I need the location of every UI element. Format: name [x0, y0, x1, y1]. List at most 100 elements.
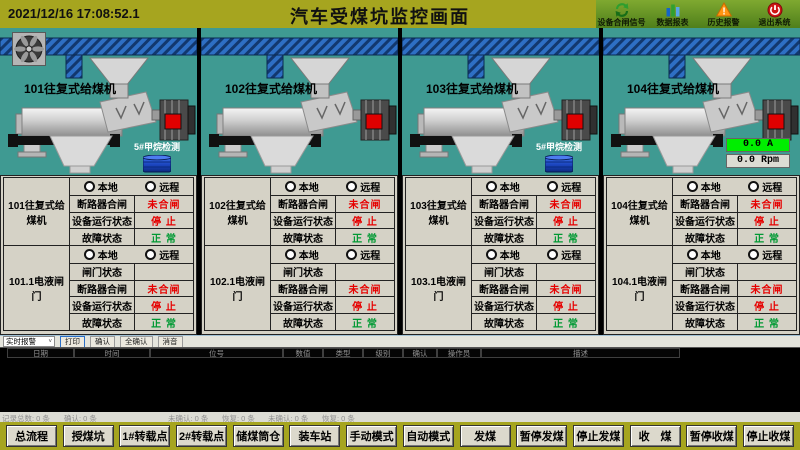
mute-button[interactable]: 消音 [158, 336, 183, 348]
local-label: 本地 [500, 247, 520, 262]
status-row-label: 断路器合闸 [472, 195, 536, 212]
status-row-value: 停 止 [134, 296, 193, 313]
tool-label: 退出系统 [759, 19, 791, 27]
feeder-label: 104往复式给煤机 [627, 80, 719, 97]
status-row-label: 故障状态 [673, 313, 737, 330]
alarm-status-strip: 记录总数: 0 条 确认: 0 条 未确认: 0 条 恢复: 0 条 未确认: … [0, 412, 800, 422]
local-radio[interactable]: 本地 [486, 247, 520, 262]
valve-name: 104.1电液闸门 [607, 246, 673, 330]
status-row-value: 正 常 [737, 228, 796, 245]
remote-radio[interactable]: 远程 [547, 179, 581, 194]
status-row-label: 断路器合闸 [271, 195, 335, 212]
nav-loading-station-button[interactable]: 装车站 [289, 425, 340, 447]
radio-circle-icon [145, 181, 156, 192]
feeder-status-block: 101往复式给煤机 本地 远程 断路器合闸 未合闸 设备运行状态 停 止 故障状… [3, 177, 194, 246]
valve-name: 101.1电液闸门 [4, 246, 70, 330]
status-panels-area: 101往复式给煤机 本地 远程 断路器合闸 未合闸 设备运行状态 停 止 故障状… [0, 175, 800, 335]
radio-circle-icon [145, 249, 156, 260]
valve-name: 103.1电液闸门 [406, 246, 472, 330]
print-button[interactable]: 打印 [60, 336, 85, 348]
auto-mode-button[interactable]: 自动模式 [403, 425, 454, 447]
mode-radio-row: 本地 远程 [472, 178, 595, 195]
receive-coal-button[interactable]: 收 煤 [630, 425, 681, 447]
data-report-button[interactable]: 数据报表 [647, 0, 698, 28]
remote-radio[interactable]: 远程 [346, 179, 380, 194]
mode-radio-row: 本地 远程 [673, 178, 796, 195]
nav-overview-button[interactable]: 总流程 [6, 425, 57, 447]
stop-receive-coal-button[interactable]: 停止收煤 [743, 425, 794, 447]
remote-radio[interactable]: 远程 [145, 179, 179, 194]
status-row-value: 停 止 [134, 212, 193, 229]
local-label: 本地 [701, 179, 721, 194]
local-radio[interactable]: 本地 [285, 247, 319, 262]
ack-all-button[interactable]: 全确认 [120, 336, 153, 348]
exit-system-button[interactable]: 退出系统 [749, 0, 800, 28]
nav-coal-silo-button[interactable]: 储煤筒仓 [233, 425, 284, 447]
remote-label: 远程 [159, 247, 179, 262]
history-alarm-button[interactable]: ! 历史报警 [698, 0, 749, 28]
status-row-value: 停 止 [737, 296, 796, 313]
alarm-filter-value: 实时报警 [6, 336, 36, 347]
status-row-label: 设备运行状态 [472, 296, 536, 313]
status-row-value: 未合闸 [335, 195, 394, 212]
feeder-section-104: 104往复式给煤机 0.0 A 0.0 Rpm [603, 28, 800, 175]
pause-receive-coal-button[interactable]: 暂停收煤 [686, 425, 737, 447]
status-row-value: 未合闸 [134, 280, 193, 297]
pause-send-coal-button[interactable]: 暂停发煤 [516, 425, 567, 447]
nav-transfer-2-button[interactable]: 2#转载点 [176, 425, 227, 447]
local-radio[interactable]: 本地 [486, 179, 520, 194]
mode-radio-row: 本地 远程 [271, 178, 394, 195]
status-row-label: 设备运行状态 [70, 296, 134, 313]
local-label: 本地 [98, 179, 118, 194]
radio-circle-icon [84, 181, 95, 192]
local-radio[interactable]: 本地 [285, 179, 319, 194]
column-header: 级别 [363, 348, 403, 358]
status-row-value: 停 止 [335, 296, 394, 313]
ack-button[interactable]: 确认 [90, 336, 115, 348]
mode-radio-row: 本地 远程 [472, 246, 595, 263]
local-label: 本地 [299, 247, 319, 262]
status-row-value: 正 常 [134, 228, 193, 245]
status-row-label: 断路器合闸 [472, 280, 536, 297]
valve-status-block: 103.1电液闸门 本地 远程 闸门状态 断路器合闸 未合闸 设备运行状态 停 … [405, 246, 596, 331]
power-icon [767, 2, 783, 18]
status-row-value: 停 止 [737, 212, 796, 229]
status-row-label: 设备运行状态 [70, 212, 134, 229]
local-radio[interactable]: 本地 [84, 247, 118, 262]
alarm-table-header: 日期 时间 位号 数值 类型 级别 确认 操作员 描述 [7, 348, 800, 358]
machine-graphics-area: 101往复式给煤机 5#甲烷检测 102往复式给煤机 103往复式给煤机 5#甲… [0, 28, 800, 175]
methane-label: 5#甲烷检测 [125, 140, 189, 153]
send-coal-button[interactable]: 发煤 [460, 425, 511, 447]
status-row-label: 故障状态 [472, 228, 536, 245]
local-radio[interactable]: 本地 [84, 179, 118, 194]
status-panel-102: 102往复式给煤机 本地 远程 断路器合闸 未合闸 设备运行状态 停 止 故障状… [201, 175, 398, 335]
radio-circle-icon [346, 249, 357, 260]
mode-radio-row: 本地 远程 [271, 246, 394, 263]
feeder-status-block: 102往复式给煤机 本地 远程 断路器合闸 未合闸 设备运行状态 停 止 故障状… [204, 177, 395, 246]
nav-coal-pit-button[interactable]: 授煤坑 [63, 425, 114, 447]
column-header: 类型 [323, 348, 363, 358]
alarm-filter-select[interactable]: 实时报警 ˅ [3, 336, 55, 347]
local-radio[interactable]: 本地 [687, 179, 721, 194]
manual-mode-button[interactable]: 手动模式 [346, 425, 397, 447]
remote-radio[interactable]: 远程 [748, 247, 782, 262]
radio-circle-icon [687, 181, 698, 192]
local-radio[interactable]: 本地 [687, 247, 721, 262]
remote-radio[interactable]: 远程 [547, 247, 581, 262]
stop-send-coal-button[interactable]: 停止发煤 [573, 425, 624, 447]
valve-name: 102.1电液闸门 [205, 246, 271, 330]
radio-circle-icon [84, 249, 95, 260]
radio-circle-icon [346, 181, 357, 192]
methane-label: 5#甲烷检测 [527, 140, 591, 153]
status-row-label: 闸门状态 [271, 263, 335, 280]
device-close-signal-button[interactable]: 设备合闸信号 [596, 0, 647, 28]
status-row-label: 设备运行状态 [673, 212, 737, 229]
feeder-label: 103往复式给煤机 [426, 80, 518, 97]
remote-radio[interactable]: 远程 [145, 247, 179, 262]
status-row-label: 故障状态 [472, 313, 536, 330]
status-panel-104: 104往复式给煤机 本地 远程 断路器合闸 未合闸 设备运行状态 停 止 故障状… [603, 175, 800, 335]
remote-radio[interactable]: 远程 [748, 179, 782, 194]
nav-transfer-1-button[interactable]: 1#转载点 [119, 425, 170, 447]
status-row-label: 闸门状态 [472, 263, 536, 280]
remote-radio[interactable]: 远程 [346, 247, 380, 262]
